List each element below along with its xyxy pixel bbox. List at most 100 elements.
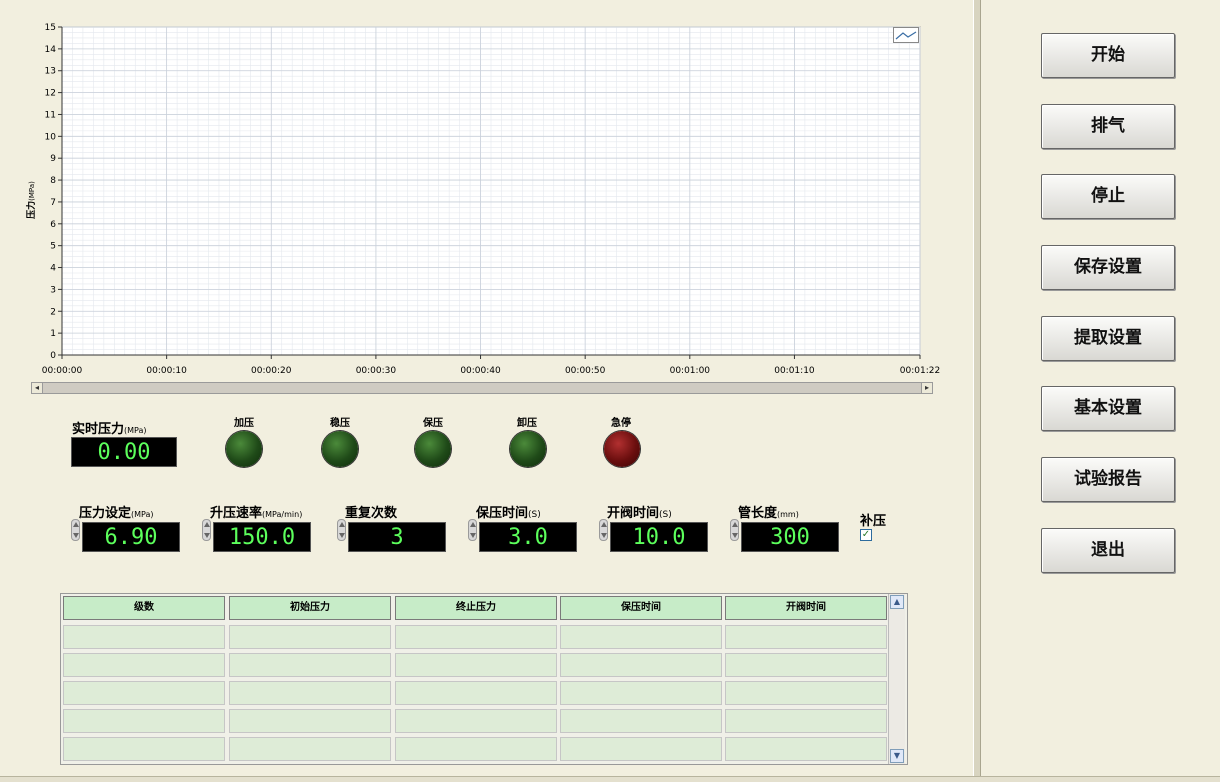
table-header-cell: 开阀时间 [725,596,887,620]
x-tick-label: 00:01:00 [670,366,711,376]
x-tick-label: 00:00:00 [42,366,83,376]
y-tick-label: 10 [45,132,57,142]
x-tick-label: 00:00:30 [356,366,397,376]
bottom-bar [0,776,1220,782]
realtime-pressure-unit: (MPa) [124,426,147,435]
lamp-label-release: 卸压 [517,418,537,429]
valve-time-input[interactable]: 10.0 [610,522,708,552]
lamp-hold-indicator [415,431,451,467]
table-cell[interactable] [725,653,887,677]
table-cell[interactable] [560,653,722,677]
chart-scroll-track[interactable] [43,383,921,393]
lamp-label-estop: 急停 [611,418,631,429]
table-cell[interactable] [560,709,722,733]
lamp-label-hold: 保压 [423,418,443,429]
load-settings-button[interactable]: 提取设置 [1041,316,1175,361]
y-tick-label: 9 [50,154,56,164]
table-cell[interactable] [395,653,557,677]
table-cell[interactable] [395,681,557,705]
save-settings-button[interactable]: 保存设置 [1041,245,1175,290]
supplement-checkbox[interactable]: ✓ [860,529,872,541]
rise-rate-input[interactable]: 150.0 [213,522,311,552]
left-panel: 0 1 2 3 4 5 6 7 8 9 10 11 12 13 14 15 00:00:00 00:00:10 00… [0,0,972,776]
y-axis-unit: (MPa) [28,181,36,201]
param-unit-valve-time: (S) [659,510,672,520]
valve-time-stepper[interactable] [599,519,608,541]
param-unit-pressure-set: (MPa) [131,510,154,519]
table-cell[interactable] [63,681,225,705]
y-tick-label: 7 [50,198,56,208]
table-cell[interactable] [229,653,391,677]
rise-rate-stepper[interactable] [202,519,211,541]
start-button[interactable]: 开始 [1041,33,1175,78]
table-header-cell: 终止压力 [395,596,557,620]
param-label-pipe-length: 管长度(mm) [738,502,799,521]
table-header-cell: 初始压力 [229,596,391,620]
x-tick-label: 00:00:20 [251,366,292,376]
pipe-length-input[interactable]: 300 [741,522,839,552]
param-label-repeat: 重复次数 [345,502,397,521]
scroll-left-icon[interactable]: ◂ [32,383,43,393]
hold-time-stepper[interactable] [468,519,477,541]
scroll-right-icon[interactable]: ▸ [921,383,932,393]
lamp-estop-indicator [604,431,640,467]
table-cell[interactable] [725,681,887,705]
table-cell[interactable] [63,737,225,761]
param-text-rise-rate: 升压速率 [210,506,263,521]
param-unit-hold-time: (S) [528,510,541,520]
repeat-count-stepper[interactable] [337,519,346,541]
exhaust-button[interactable]: 排气 [1041,104,1175,149]
table-header-cell: 保压时间 [560,596,722,620]
table-cell[interactable] [63,709,225,733]
check-icon: ✓ [861,529,871,540]
y-tick-label: 2 [50,307,56,317]
table-cell[interactable] [395,625,557,649]
table-cell[interactable] [229,709,391,733]
table-cell[interactable] [395,737,557,761]
hold-time-input[interactable]: 3.0 [479,522,577,552]
y-tick-label: 8 [50,176,56,186]
param-label-valve-time: 开阀时间(S) [607,502,672,521]
table-cell[interactable] [560,625,722,649]
plot-legend-icon[interactable] [893,27,919,43]
table-cell[interactable] [229,681,391,705]
scroll-up-icon[interactable]: ▲ [890,595,904,609]
test-report-button[interactable]: 试验报告 [1041,457,1175,502]
y-axis-title: 压力(MPa) [24,180,44,220]
pressure-set-stepper[interactable] [71,519,80,541]
table-cell[interactable] [63,653,225,677]
results-table: 级数 初始压力 终止压力 保压时间 开阀时间 [60,593,908,765]
table-cell[interactable] [229,737,391,761]
x-tick-label: 00:00:50 [565,366,606,376]
basic-settings-button[interactable]: 基本设置 [1041,386,1175,431]
table-cell[interactable] [560,737,722,761]
panel-divider [973,0,981,776]
table-cell[interactable] [725,737,887,761]
table-cell[interactable] [560,681,722,705]
param-text-pressure-set: 压力设定 [79,506,132,521]
stop-button[interactable]: 停止 [1041,174,1175,219]
param-label-pressure-set: 压力设定(MPa) [79,502,154,521]
table-scrollbar[interactable]: ▲ ▼ [888,594,905,764]
table-cell[interactable] [725,625,887,649]
chart-scrollbar[interactable]: ◂ ▸ [31,382,933,394]
param-unit-rise-rate: (MPa/min) [262,510,303,519]
pressure-set-input[interactable]: 6.90 [82,522,180,552]
repeat-count-input[interactable]: 3 [348,522,446,552]
table-cell[interactable] [725,709,887,733]
param-text-pipe-length: 管长度 [738,506,778,521]
y-tick-label: 0 [50,351,56,361]
table-cell[interactable] [395,709,557,733]
table-cell[interactable] [229,625,391,649]
y-tick-label: 15 [45,23,56,33]
scroll-down-icon[interactable]: ▼ [890,749,904,763]
param-text-hold-time: 保压时间 [476,506,529,521]
pipe-length-stepper[interactable] [730,519,739,541]
control-panel: 开始 排气 停止 保存设置 提取设置 基本设置 试验报告 退出 [981,0,1220,776]
exit-button[interactable]: 退出 [1041,528,1175,573]
y-tick-label: 1 [50,329,56,339]
table-cell[interactable] [63,625,225,649]
param-text-valve-time: 开阀时间 [607,506,660,521]
y-tick-label: 4 [50,264,56,274]
x-tick-label: 00:00:10 [146,366,187,376]
